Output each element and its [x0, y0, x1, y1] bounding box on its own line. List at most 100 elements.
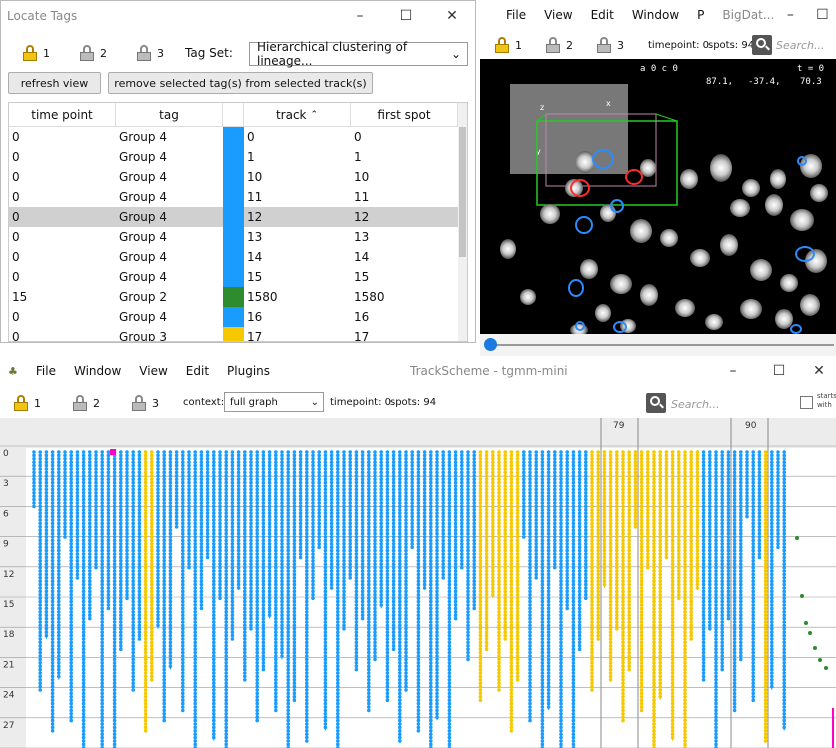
spot-node[interactable] [323, 460, 328, 464]
spot-node[interactable] [125, 467, 129, 471]
spot-node[interactable] [484, 647, 489, 651]
spot-node[interactable] [199, 531, 204, 536]
spot-node[interactable] [38, 650, 42, 655]
spot-node[interactable] [212, 525, 216, 529]
spot-node[interactable] [255, 715, 259, 719]
spot-node[interactable] [150, 654, 154, 658]
column-track[interactable]: track ⌃ [244, 103, 351, 126]
spot-node[interactable] [38, 664, 42, 668]
spot-node[interactable] [243, 494, 247, 498]
spot-node[interactable] [57, 576, 61, 580]
spot-node[interactable] [398, 695, 402, 699]
spot-node[interactable] [205, 487, 210, 492]
spot-node[interactable] [38, 627, 42, 631]
spot-node[interactable] [137, 633, 142, 638]
spot-node[interactable] [429, 494, 433, 498]
spot-node[interactable] [181, 528, 185, 532]
spot-node[interactable] [249, 589, 253, 594]
spot-node[interactable] [224, 640, 228, 645]
spot-node[interactable] [218, 487, 222, 492]
spot-node[interactable] [218, 565, 222, 570]
spot-node[interactable] [156, 453, 160, 458]
spot-node[interactable] [119, 484, 123, 488]
spot-node[interactable] [274, 616, 278, 621]
spot-node[interactable] [125, 470, 129, 475]
spot-node[interactable] [404, 681, 408, 685]
spot-node[interactable] [162, 562, 166, 566]
spot-node[interactable] [435, 453, 439, 458]
spot-node[interactable] [305, 542, 309, 546]
spot-node[interactable] [100, 538, 104, 543]
spot-node[interactable] [137, 620, 142, 624]
spot-node[interactable] [100, 559, 104, 563]
spot-node[interactable] [193, 484, 197, 488]
spot-node[interactable] [50, 674, 55, 679]
spot-node[interactable] [230, 487, 235, 492]
spot-node[interactable] [385, 640, 390, 645]
spot-node[interactable] [205, 514, 210, 519]
spot-node[interactable] [212, 484, 216, 488]
spot-node[interactable] [354, 538, 359, 543]
spot-node[interactable] [94, 508, 98, 512]
spot-node[interactable] [466, 606, 470, 611]
spot-node[interactable] [429, 654, 433, 658]
spot-node[interactable] [236, 453, 241, 458]
spot-node[interactable] [81, 695, 86, 699]
spot-node[interactable] [398, 562, 402, 566]
spot-node[interactable] [243, 678, 247, 682]
spot-node[interactable] [50, 463, 55, 468]
spot-node[interactable] [360, 525, 365, 529]
spot-node[interactable] [453, 511, 458, 515]
spot-node[interactable] [199, 521, 204, 526]
spot-node[interactable] [274, 657, 278, 662]
spot-node[interactable] [435, 715, 439, 719]
spot-node[interactable] [274, 671, 278, 675]
spot-node[interactable] [168, 616, 173, 621]
spot-node[interactable] [150, 671, 154, 675]
spot-node[interactable] [193, 494, 197, 498]
spot-node[interactable] [261, 501, 266, 505]
spot-node[interactable] [38, 565, 42, 570]
spot-node[interactable] [497, 480, 501, 485]
spot-node[interactable] [354, 599, 359, 604]
spot-node[interactable] [243, 521, 247, 526]
spot-node[interactable] [497, 535, 501, 539]
spot-node[interactable] [187, 521, 191, 526]
spot-node[interactable] [249, 582, 253, 587]
spot-node[interactable] [212, 518, 216, 522]
spot-node[interactable] [422, 586, 427, 590]
spot-node[interactable] [385, 586, 390, 590]
spot-node[interactable] [472, 565, 477, 570]
spot-node[interactable] [311, 586, 315, 590]
spot-node[interactable] [255, 467, 259, 471]
spot-node[interactable] [274, 688, 278, 692]
spot-node[interactable] [441, 487, 446, 492]
spot-node[interactable] [410, 477, 415, 481]
spot-node[interactable] [329, 542, 334, 546]
spot-node[interactable] [484, 494, 489, 498]
spot-node[interactable] [298, 484, 303, 488]
spot-node[interactable] [162, 460, 166, 464]
spot-node[interactable] [472, 501, 477, 505]
spot-node[interactable] [249, 542, 253, 546]
spot-node[interactable] [416, 586, 421, 590]
spot-node[interactable] [292, 671, 297, 675]
spot-node[interactable] [404, 579, 408, 583]
spot-node[interactable] [342, 467, 346, 471]
spot-node[interactable] [497, 610, 501, 614]
spot-node[interactable] [100, 610, 104, 614]
spot-node[interactable] [137, 463, 142, 468]
spot-node[interactable] [131, 565, 135, 570]
spot-node[interactable] [94, 514, 98, 519]
spot-node[interactable] [162, 640, 166, 645]
spot-node[interactable] [280, 548, 284, 553]
spot-node[interactable] [416, 684, 421, 689]
spot-node[interactable] [398, 610, 402, 614]
spot-node[interactable] [181, 494, 185, 498]
spot-node[interactable] [472, 467, 477, 471]
spot-node[interactable] [305, 484, 309, 488]
spot-node[interactable] [447, 678, 452, 682]
spot-node[interactable] [354, 467, 359, 471]
spot-node[interactable] [125, 491, 129, 495]
spot-node[interactable] [422, 528, 427, 532]
